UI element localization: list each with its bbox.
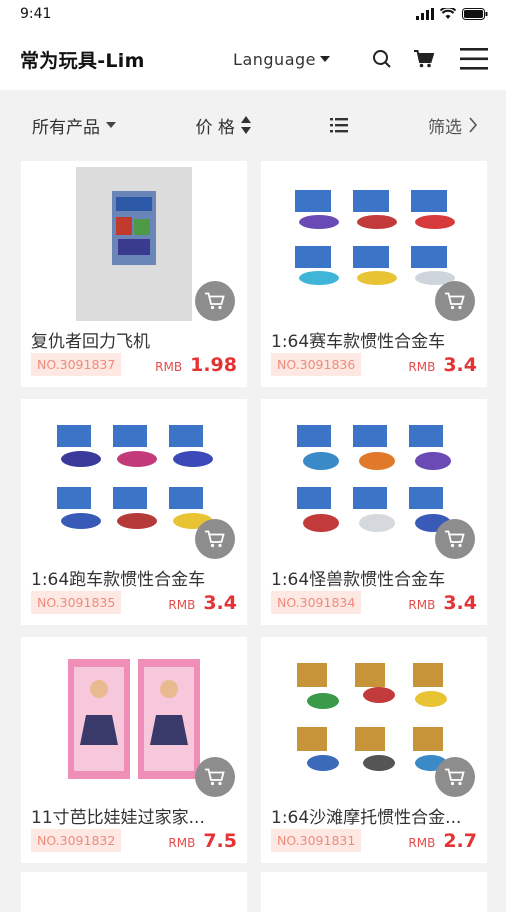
- status-time: 9:41: [20, 6, 52, 22]
- list-view-icon[interactable]: [330, 117, 349, 133]
- currency-label: RMB: [408, 835, 436, 850]
- product-price: 3.4: [443, 591, 477, 614]
- add-to-cart-button[interactable]: [195, 519, 235, 559]
- cart-icon: [205, 292, 225, 310]
- signal-icon: [416, 8, 434, 20]
- price-sort-label: 价 格: [195, 117, 235, 138]
- add-to-cart-button[interactable]: [195, 281, 235, 321]
- product-card[interactable]: 1:64跑车款惯性合金车 NO.3091835 RMB 3.4: [21, 399, 247, 625]
- wifi-icon: [440, 8, 456, 19]
- filter-label: 筛选: [428, 117, 462, 138]
- product-card-partial[interactable]: [21, 872, 247, 912]
- product-card[interactable]: 1:64怪兽款惯性合金车 NO.3091834 RMB 3.4: [261, 399, 487, 625]
- price-sort[interactable]: 价 格: [196, 113, 251, 138]
- add-to-cart-button[interactable]: [435, 519, 475, 559]
- product-name: 1:64跑车款惯性合金车: [31, 570, 206, 590]
- add-to-cart-button[interactable]: [195, 757, 235, 797]
- brand-title: 常为玩具-Lim: [20, 49, 145, 72]
- status-icons: [416, 8, 488, 20]
- currency-label: RMB: [155, 359, 183, 374]
- cart-icon: [205, 768, 225, 786]
- product-name: 复仇者回力飞机: [31, 332, 150, 352]
- add-to-cart-button[interactable]: [435, 281, 475, 321]
- product-name: 11寸芭比娃娃过家家...: [31, 808, 205, 828]
- product-sku: NO.3091831: [271, 829, 362, 852]
- cart-icon: [205, 530, 225, 548]
- cart-icon: [445, 768, 465, 786]
- currency-label: RMB: [168, 597, 196, 612]
- product-name: 1:64怪兽款惯性合金车: [271, 570, 446, 590]
- currency-label: RMB: [168, 835, 196, 850]
- product-sku: NO.3091836: [271, 353, 362, 376]
- cart-icon: [445, 530, 465, 548]
- filter-button[interactable]: 筛选: [428, 113, 478, 138]
- currency-label: RMB: [408, 359, 436, 374]
- hamburger-menu-icon[interactable]: [460, 48, 488, 70]
- caret-down-icon: [106, 122, 116, 128]
- product-price: 3.4: [203, 591, 237, 614]
- status-bar: 9:41: [0, 0, 506, 28]
- product-price: 7.5: [203, 829, 237, 852]
- product-sku: NO.3091834: [271, 591, 362, 614]
- language-selector[interactable]: Language: [233, 50, 330, 69]
- product-name: 1:64沙滩摩托惯性合金...: [271, 808, 462, 828]
- product-sku: NO.3091832: [31, 829, 122, 852]
- product-price: 3.4: [443, 353, 477, 376]
- product-card[interactable]: 11寸芭比娃娃过家家... NO.3091832 RMB 7.5: [21, 637, 247, 863]
- product-card[interactable]: 复仇者回力飞机 NO.3091837 RMB 1.98: [21, 161, 247, 387]
- product-card[interactable]: 1:64沙滩摩托惯性合金... NO.3091831 RMB 2.7: [261, 637, 487, 863]
- app-header: 常为玩具-Lim Language: [0, 28, 506, 90]
- product-sku: NO.3091835: [31, 591, 122, 614]
- language-label: Language: [233, 49, 316, 69]
- cart-icon: [445, 292, 465, 310]
- cart-icon[interactable]: [414, 50, 434, 68]
- caret-down-icon: [320, 56, 330, 62]
- add-to-cart-button[interactable]: [435, 757, 475, 797]
- product-price: 2.7: [443, 829, 477, 852]
- currency-label: RMB: [408, 597, 436, 612]
- product-card-partial[interactable]: [261, 872, 487, 912]
- sort-icon: [240, 116, 251, 134]
- filter-bar: 所有产品 价 格 筛选: [0, 96, 506, 154]
- battery-icon: [462, 8, 488, 20]
- product-price: 1.98: [190, 353, 237, 376]
- all-products-label: 所有产品: [32, 117, 100, 138]
- product-name: 1:64赛车款惯性合金车: [271, 332, 446, 352]
- product-sku: NO.3091837: [31, 353, 122, 376]
- product-grid: 复仇者回力飞机 NO.3091837 RMB 1.98 1:64赛车款惯性合金车…: [21, 161, 487, 863]
- all-products-dropdown[interactable]: 所有产品: [32, 113, 116, 138]
- product-card[interactable]: 1:64赛车款惯性合金车 NO.3091836 RMB 3.4: [261, 161, 487, 387]
- chevron-right-icon: [469, 117, 478, 133]
- search-icon[interactable]: [372, 49, 392, 69]
